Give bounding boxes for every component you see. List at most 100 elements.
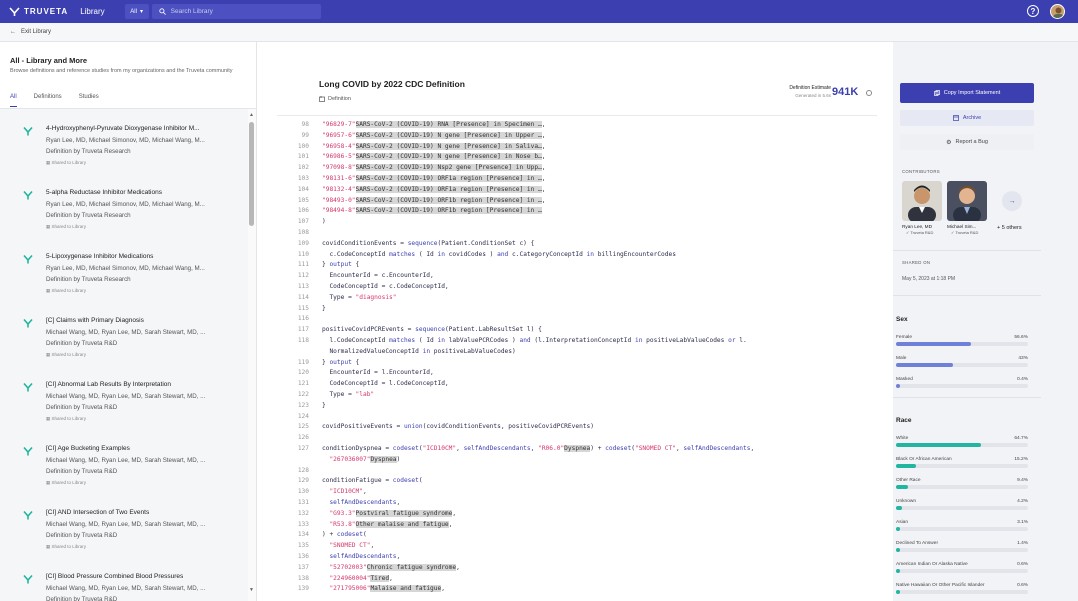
help-icon[interactable]: ? [1027,5,1039,17]
code-line: 101 "96986-5"SARS-CoV-2 (COVID-19) N gene… [277,151,877,162]
item-name: 5-Lipoxygenase Inhibitor Medications [46,253,154,260]
code-token: c.CategoryConceptId [508,250,587,258]
code-line: 99 "96957-6"SARS-CoV-2 (COVID-19) N gene … [277,130,877,141]
code-text: ) [322,216,326,227]
code-editor[interactable]: 98 "96829-7"SARS-CoV-2 (COVID-19) RNA [Pr… [277,115,877,601]
line-number: 132 [297,509,309,517]
code-token: "G93.3" [322,509,356,517]
code-token: SARS-CoV-2 (COVID-19) N gene [Presence] … [355,131,542,139]
bar-fill [896,590,900,594]
divider [893,250,1041,251]
code-text: "98494-8"SARS-CoV-2 (COVID-19) ORF1b reg… [322,205,542,216]
code-token: SARS-CoV-2 (COVID-19) ORF1a region [Pres… [355,175,542,182]
copy-import-button[interactable]: Copy Import Statement [900,83,1034,103]
list-item[interactable]: [CI] Blood Pressure Combined Blood Press… [0,557,248,601]
contributor-name: Ryan Lee, MD [902,224,932,229]
item-name: [CI] Blood Pressure Combined Blood Press… [46,573,184,580]
info-icon[interactable] [866,90,872,96]
code-token: , [396,499,401,506]
bar-track [896,485,1028,489]
scroll-down-icon[interactable]: ▼ [249,587,254,593]
truveta-logo-icon [9,7,20,16]
code-token: "SNOMED CT" [322,542,371,550]
contributor-avatar[interactable] [947,181,987,221]
item-org: Definition by Truveta R&D [46,468,118,475]
list-item[interactable]: 5-Lipoxygenase Inhibitor Medications Ryan… [0,237,248,301]
scroll-up-icon[interactable]: ▲ [249,112,254,118]
bar-fill [896,569,900,573]
code-line: 128 [277,465,877,476]
code-line: 130 "ICD10CM", [277,486,877,497]
bar-track [896,464,1028,468]
contributor-name: Michael Sim... [947,224,977,229]
list-scrollbar-thumb[interactable] [249,122,254,226]
code-token: NormalizedValueConceptId [322,347,423,355]
item-shared: ▦ Shared to Library [46,160,87,165]
bar-value: 3.1% [1017,520,1028,525]
list-item[interactable]: [CI] Abnormal Lab Results By Interpretat… [0,365,248,429]
tab-studies[interactable]: Studies [79,94,99,107]
tab-all[interactable]: All [10,94,17,107]
code-token: { [351,261,360,269]
code-token: Dyspnea [564,445,591,452]
more-contributors-button[interactable]: → [1002,191,1022,211]
code-token: "98494-8" [322,207,356,215]
race-row: Native Hawaiian Or Other Pacific Islande… [896,583,1028,588]
app-name: Library [80,7,105,16]
item-shared: ▦ Shared to Library [46,288,87,293]
code-line: 139 "271795006"Malaise and fatigue, [277,583,877,594]
code-token: , [530,445,539,452]
user-avatar[interactable] [1050,4,1065,19]
code-token: , [541,175,546,182]
exit-library-link[interactable]: Exit Library [21,29,51,35]
item-name: [CI] AND Intersection of Two Events [46,509,150,516]
list-item[interactable]: 4-Hydroxyphenyl-Pyruvate Dioxygenase Inh… [0,109,248,173]
bar-label: Other Race [896,478,921,483]
scope-value: All [130,8,137,15]
report-bug-button[interactable]: ⚙ Report a Bug [900,134,1034,150]
tab-definitions[interactable]: Definitions [34,94,62,107]
code-token: EncounterId = c.EncounterId, [322,272,434,280]
search-input[interactable]: Search Library [151,4,321,19]
code-token: Postviral fatigue syndrome [355,509,453,517]
code-token: Chronic fatigue syndrome [366,563,457,571]
code-line: 111} output { [277,259,877,270]
divider [893,295,1041,296]
line-number: 126 [297,434,309,442]
code-token: } [322,304,326,312]
contributors-heading: CONTRIBUTORS [902,169,940,174]
archive-label: Archive [962,115,982,121]
archive-button[interactable]: Archive [900,110,1034,126]
contributor-avatar[interactable] [902,181,942,221]
race-row: Asian 3.1% [896,520,1028,525]
code-text: selfAndDescendants, [322,497,400,508]
truveta-logo[interactable]: TRUVETA [9,6,68,17]
scope-dropdown[interactable]: All ▾ [124,4,149,19]
contributor-org: ✓ Truveta R&D [951,230,979,235]
line-number: 108 [297,229,309,236]
arrow-left-icon[interactable]: ← [10,29,16,35]
bar-value: 1.4% [1017,541,1028,546]
sex-heading: Sex [896,316,908,323]
code-line: 112 EncounterId = c.EncounterId, [277,270,877,281]
list-item[interactable]: [CI] AND Intersection of Two Events Micha… [0,493,248,557]
list-item[interactable]: [C] Claims with Primary Diagnosis Michael… [0,301,248,365]
code-token: selfAndDescendants [322,553,397,560]
code-token: output [329,358,352,366]
code-text: "98132-4"SARS-CoV-2 (COVID-19) ORF1a reg… [322,184,546,195]
estimate-label: Definition Estimate [789,85,831,91]
code-text: CodeConceptId = c.CodeConceptId, [322,281,448,292]
code-line: 107) [277,216,877,227]
item-authors: Ryan Lee, MD, Michael Simonov, MD, Micha… [46,137,205,144]
code-token: EncounterId = l.EncounterId, [322,369,434,377]
code-token: , [389,574,393,582]
line-number: 120 [297,369,309,377]
code-token: SARS-CoV-2 (COVID-19) ORF1b region [Pres… [355,196,542,204]
code-token: (Patient.ConditionSet c) { [437,239,535,247]
code-token: "97098-8" [322,164,356,172]
search-icon [158,8,166,15]
code-token: (l.InterpretationConceptId [530,337,635,344]
code-text: Type = "lab" [322,389,374,400]
list-item[interactable]: 5-alpha Reductase Inhibitor Medications R… [0,173,248,237]
list-item[interactable]: [CI] Age Bucketing Examples Michael Wang,… [0,429,248,493]
